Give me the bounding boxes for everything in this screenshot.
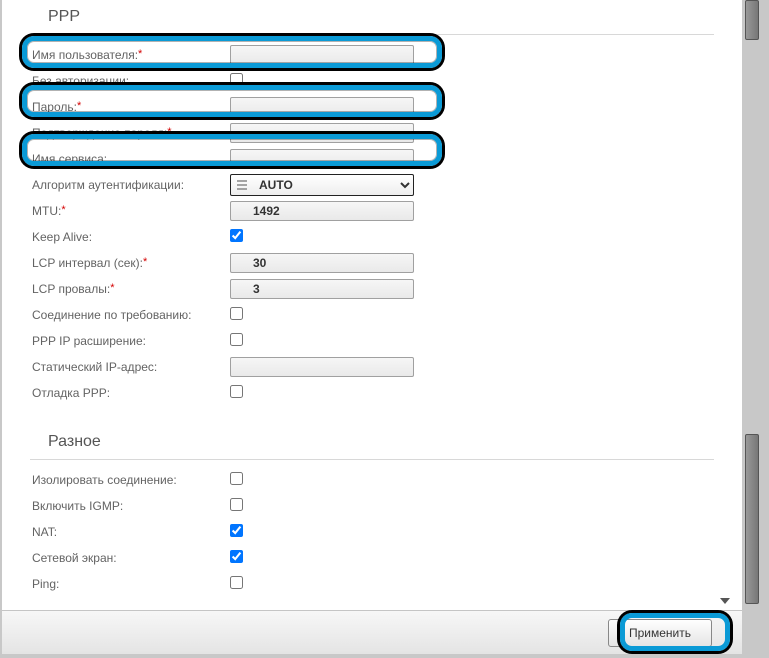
- password-confirm-label: Подтверждение пароля:*: [30, 126, 230, 140]
- password-label: Пароль:*: [30, 100, 230, 114]
- inner-scrollbar-thumb[interactable]: [745, 434, 759, 604]
- igmp-checkbox[interactable]: [230, 498, 243, 511]
- ping-label: Ping:: [30, 577, 230, 591]
- lcp-interval-label: LCP интервал (сек):*: [30, 256, 230, 270]
- isolate-checkbox[interactable]: [230, 472, 243, 485]
- outer-scrollbar-thumb[interactable]: [745, 0, 759, 40]
- ping-checkbox[interactable]: [230, 576, 243, 589]
- row-static-ip: Статический IP-адрес:: [30, 355, 714, 379]
- row-ppp-ip-ext: PPP IP расширение:: [30, 329, 714, 353]
- divider: [30, 459, 714, 460]
- isolate-label: Изолировать соединение:: [30, 473, 230, 487]
- dial-on-demand-label: Соединение по требованию:: [30, 308, 230, 322]
- apply-button[interactable]: Применить: [608, 619, 712, 647]
- service-input[interactable]: [230, 149, 414, 169]
- content-area: PPP Имя пользователя:* Без авторизации: …: [2, 0, 742, 618]
- row-username: Имя пользователя:*: [30, 43, 714, 67]
- lcp-fail-input[interactable]: [230, 279, 414, 299]
- static-ip-input[interactable]: [230, 357, 414, 377]
- firewall-checkbox[interactable]: [230, 550, 243, 563]
- row-lcp-fail: LCP провалы:*: [30, 277, 714, 301]
- lcp-fail-label: LCP провалы:*: [30, 282, 230, 296]
- nat-label: NAT:: [30, 525, 230, 539]
- row-firewall: Сетевой экран:: [30, 546, 714, 570]
- debug-label: Отладка PPP:: [30, 386, 230, 400]
- row-service: Имя сервиса:: [30, 147, 714, 171]
- row-igmp: Включить IGMP:: [30, 494, 714, 518]
- auth-algo-select[interactable]: AUTO: [230, 174, 414, 196]
- row-password-confirm: Подтверждение пароля:*: [30, 121, 714, 145]
- misc-section-title: Разное: [30, 425, 714, 459]
- row-noauth: Без авторизации:: [30, 69, 714, 93]
- divider: [30, 34, 714, 35]
- dial-on-demand-checkbox[interactable]: [230, 307, 243, 320]
- nat-checkbox[interactable]: [230, 524, 243, 537]
- row-isolate: Изолировать соединение:: [30, 468, 714, 492]
- username-label: Имя пользователя:*: [30, 48, 230, 62]
- auth-algo-label: Алгоритм аутентификации:: [30, 178, 230, 192]
- firewall-label: Сетевой экран:: [30, 551, 230, 565]
- row-keepalive: Keep Alive:: [30, 225, 714, 249]
- chevron-down-icon: [720, 598, 730, 604]
- row-lcp-interval: LCP интервал (сек):*: [30, 251, 714, 275]
- row-dial-on-demand: Соединение по требованию:: [30, 303, 714, 327]
- row-ping: Ping:: [30, 572, 714, 596]
- row-nat: NAT:: [30, 520, 714, 544]
- footer-bar: Применить: [2, 610, 742, 654]
- lcp-interval-input[interactable]: [230, 253, 414, 273]
- mtu-input[interactable]: [230, 201, 414, 221]
- igmp-label: Включить IGMP:: [30, 499, 230, 513]
- row-auth-algo: Алгоритм аутентификации: AUTO: [30, 173, 714, 197]
- row-debug: Отладка PPP:: [30, 381, 714, 405]
- row-password: Пароль:*: [30, 95, 714, 119]
- mtu-label: MTU:*: [30, 204, 230, 218]
- password-input[interactable]: [230, 97, 414, 117]
- settings-page: PPP Имя пользователя:* Без авторизации: …: [2, 0, 742, 654]
- password-confirm-input[interactable]: [230, 123, 414, 143]
- noauth-label: Без авторизации:: [30, 74, 230, 88]
- keepalive-checkbox[interactable]: [230, 229, 243, 242]
- noauth-checkbox[interactable]: [230, 73, 243, 86]
- ppp-ip-ext-label: PPP IP расширение:: [30, 334, 230, 348]
- username-input[interactable]: [230, 45, 414, 65]
- ppp-ip-ext-checkbox[interactable]: [230, 333, 243, 346]
- service-label: Имя сервиса:: [30, 152, 230, 166]
- ppp-section-title: PPP: [30, 0, 714, 34]
- keepalive-label: Keep Alive:: [30, 230, 230, 244]
- row-mtu: MTU:*: [30, 199, 714, 223]
- debug-checkbox[interactable]: [230, 385, 243, 398]
- static-ip-label: Статический IP-адрес:: [30, 360, 230, 374]
